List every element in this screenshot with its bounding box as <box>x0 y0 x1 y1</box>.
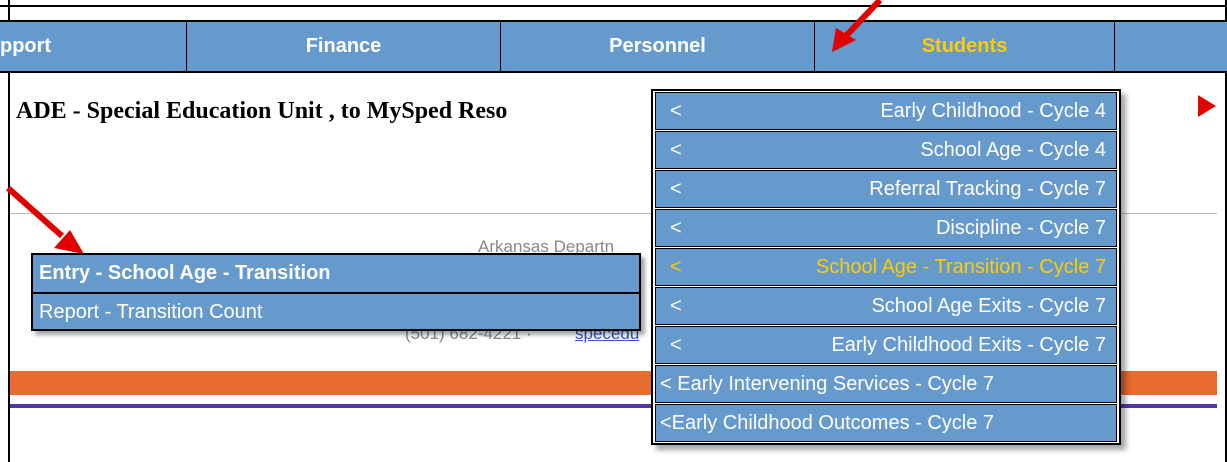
students-submenu: Entry - School Age - Transition Report -… <box>31 253 641 331</box>
menu-item-label: Discipline - Cycle 7 <box>935 217 1106 239</box>
menu-item-label: <Early Childhood Outcomes - Cycle 7 <box>660 412 995 434</box>
menu-item-label: < Early Intervening Services - Cycle 7 <box>660 373 995 395</box>
menu-item-label: Early Childhood Exits - Cycle 7 <box>831 334 1106 356</box>
menu-item-school-age-cycle-4[interactable]: < School Age - Cycle 4 <box>655 131 1117 169</box>
red-arrow-icon <box>832 0 883 52</box>
menu-item-early-intervening-services-cycle-7[interactable]: < Early Intervening Services - Cycle 7 <box>655 365 1117 403</box>
menu-item-school-age-exits-cycle-7[interactable]: < School Age Exits - Cycle 7 <box>655 287 1117 325</box>
menu-item-referral-tracking-cycle-7[interactable]: < Referral Tracking - Cycle 7 <box>655 170 1117 208</box>
menu-item-school-age-transition-cycle-7[interactable]: < School Age - Transition - Cycle 7 <box>655 248 1117 286</box>
chevron-left-icon: < <box>670 100 682 122</box>
nav-tab-support[interactable]: pport <box>0 22 187 71</box>
chevron-left-icon: < <box>670 295 682 317</box>
submenu-item-transition-count[interactable]: Report - Transition Count <box>33 292 639 329</box>
play-icon[interactable] <box>1198 95 1216 117</box>
page-headline: ADE - Special Education Unit , to MySped… <box>16 98 508 124</box>
nav-tab-students-label: Students <box>921 35 1008 57</box>
nav-tab-support-label: pport <box>0 35 52 57</box>
nav-tab-finance-label: Finance <box>305 35 382 57</box>
chevron-left-icon: < <box>670 139 682 161</box>
menu-item-discipline-cycle-7[interactable]: < Discipline - Cycle 7 <box>655 209 1117 247</box>
menu-item-label: School Age Exits - Cycle 7 <box>871 295 1106 317</box>
chevron-left-icon: < <box>670 217 682 239</box>
menu-item-label: School Age - Cycle 4 <box>920 139 1106 161</box>
nav-tab-personnel[interactable]: Personnel <box>501 22 815 71</box>
chevron-left-icon: < <box>670 256 682 278</box>
main-navbar: pport Finance Personnel Students <box>0 20 1227 73</box>
menu-item-label: School Age - Transition - Cycle 7 <box>815 256 1106 278</box>
menu-item-early-childhood-cycle-4[interactable]: < Early Childhood - Cycle 4 <box>655 92 1117 130</box>
chevron-left-icon: < <box>670 334 682 356</box>
menu-item-label: Referral Tracking - Cycle 7 <box>869 178 1106 200</box>
nav-tab-personnel-label: Personnel <box>609 35 706 57</box>
menu-item-early-childhood-exits-cycle-7[interactable]: < Early Childhood Exits - Cycle 7 <box>655 326 1117 364</box>
red-arrow-icon <box>6 185 84 254</box>
chevron-left-icon: < <box>670 178 682 200</box>
menu-item-early-childhood-outcomes-cycle-7[interactable]: <Early Childhood Outcomes - Cycle 7 <box>655 404 1117 442</box>
submenu-item-entry-transition[interactable]: Entry - School Age - Transition <box>33 255 639 292</box>
nav-tab-finance[interactable]: Finance <box>187 22 501 71</box>
menu-item-label: Early Childhood - Cycle 4 <box>880 100 1106 122</box>
students-dropdown-menu: < Early Childhood - Cycle 4 < School Age… <box>651 89 1121 445</box>
